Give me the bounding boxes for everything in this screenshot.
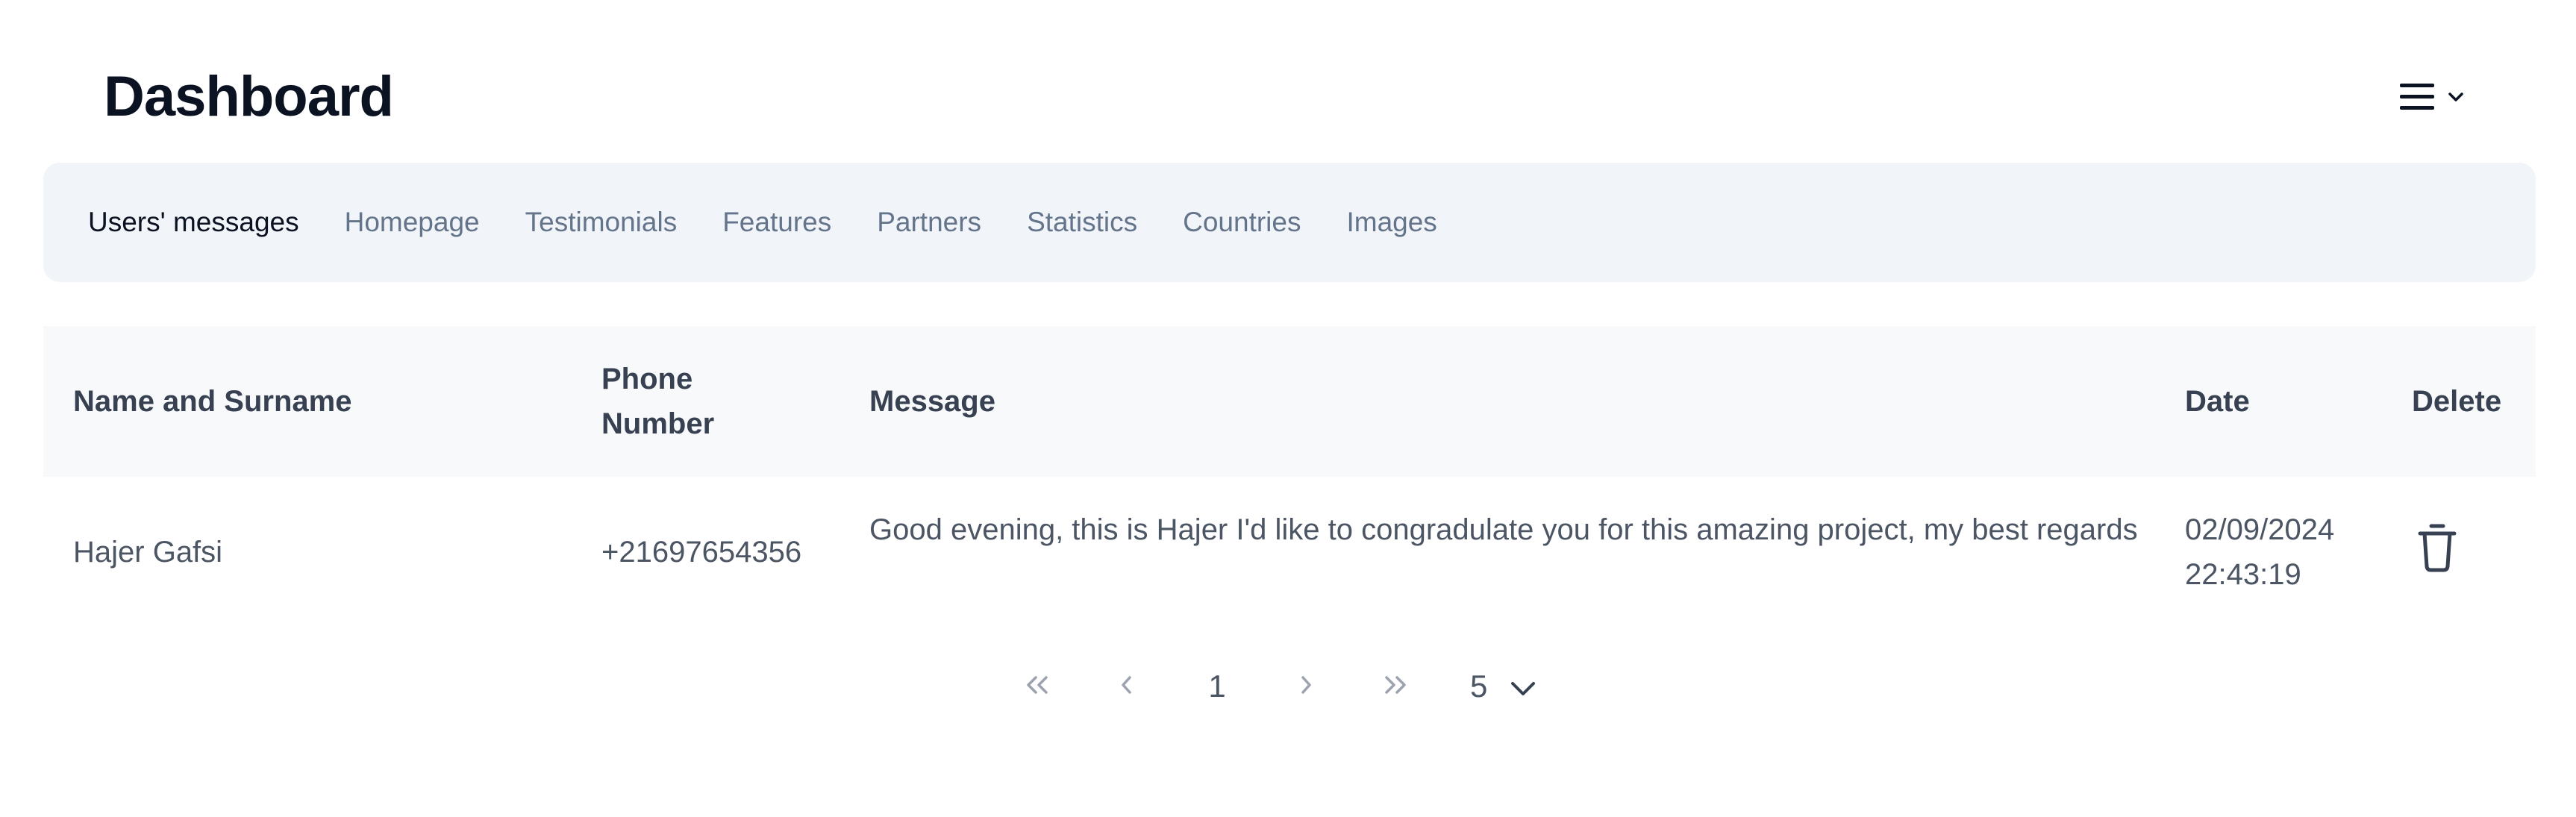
cell-message: Good evening, this is Hajer I'd like to … (869, 513, 2138, 546)
chevron-down-icon (1510, 669, 1536, 704)
dashboard-page: Dashboard Users' messages Homepage Testi… (0, 0, 2576, 817)
tab-testimonials[interactable]: Testimonials (525, 204, 678, 241)
chevron-right-icon (1298, 675, 1313, 698)
pagination: 1 5 (0, 657, 2576, 716)
tab-partners[interactable]: Partners (877, 204, 981, 241)
trash-icon (2416, 524, 2458, 577)
double-chevron-right-icon (1383, 675, 1408, 698)
tab-features[interactable]: Features (722, 204, 831, 241)
column-header-message: Message (869, 385, 995, 418)
menu-toggle-button[interactable] (2398, 71, 2480, 123)
cell-phone: +21697654356 (601, 536, 802, 569)
header: Dashboard (0, 0, 2576, 163)
chevron-down-icon (2448, 92, 2464, 102)
column-header-date: Date (2185, 385, 2250, 418)
column-header-phone-line2: Number (601, 407, 715, 440)
messages-table: Name and Surname Phone Number Message Da… (43, 326, 2536, 629)
tab-statistics[interactable]: Statistics (1027, 204, 1137, 241)
tab-countries[interactable]: Countries (1183, 204, 1301, 241)
page-size-value: 5 (1470, 669, 1488, 704)
delete-message-button[interactable] (2416, 522, 2458, 574)
next-page-button[interactable] (1291, 657, 1321, 716)
chevron-left-icon (1119, 675, 1134, 698)
cell-date-time: 22:43:19 (2185, 558, 2301, 591)
tabs-bar: Users' messages Homepage Testimonials Fe… (43, 163, 2536, 282)
first-page-button[interactable] (1019, 657, 1056, 716)
table-row: Hajer Gafsi +21697654356 Good evening, t… (43, 477, 2536, 629)
cell-date: 02/09/2024 22:43:19 (2185, 507, 2379, 597)
column-header-phone-line1: Phone (601, 363, 693, 395)
page-title: Dashboard (104, 65, 394, 128)
tab-users-messages[interactable]: Users' messages (88, 204, 299, 241)
column-header-name: Name and Surname (73, 385, 352, 418)
column-header-delete: Delete (2412, 385, 2502, 418)
previous-page-button[interactable] (1112, 657, 1142, 716)
hamburger-menu-icon (2398, 81, 2436, 113)
double-chevron-left-icon (1025, 675, 1050, 698)
table-header: Name and Surname Phone Number Message Da… (43, 326, 2536, 477)
cell-date-day: 02/09/2024 (2185, 513, 2335, 546)
cell-name: Hajer Gafsi (73, 536, 223, 569)
tab-homepage[interactable]: Homepage (345, 204, 480, 241)
last-page-button[interactable] (1377, 657, 1414, 716)
column-header-phone: Phone Number (601, 357, 825, 446)
page-size-select[interactable]: 5 (1470, 657, 1560, 716)
tab-images[interactable]: Images (1346, 204, 1437, 241)
current-page[interactable]: 1 (1198, 657, 1236, 716)
